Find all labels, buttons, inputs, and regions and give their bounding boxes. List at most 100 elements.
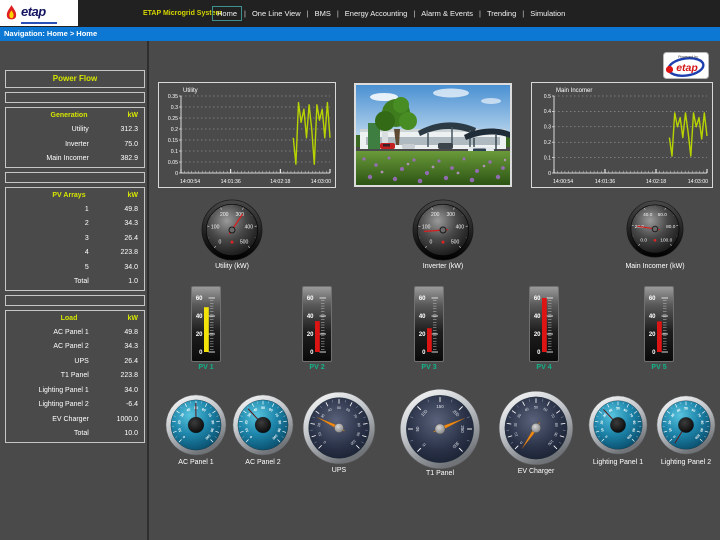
pv2-bar-gauge: 0204060 [302, 286, 332, 362]
power-flow-row: AC Panel 2 34.3 [6, 340, 144, 355]
row-value: 10.0 [89, 427, 144, 442]
svg-text:400: 400 [245, 225, 254, 231]
svg-text:60.0: 60.0 [658, 212, 668, 218]
power-flow-panel: Power Flow Generation kW Utility 312.3 I… [5, 70, 145, 447]
main-incomer-gauge-label: Main Incomer (kW) [595, 263, 715, 270]
site-photo [354, 83, 512, 187]
menu-item-bms[interactable]: BMS [311, 7, 335, 20]
menu-item-home[interactable]: Home [212, 6, 242, 21]
section-unit: kW [112, 188, 144, 203]
row-label: AC Panel 1 [6, 326, 89, 341]
row-value: 312.3 [89, 123, 144, 138]
section-title: PV Arrays [6, 188, 112, 203]
microgrid-site-illustration [356, 85, 510, 185]
menu-item-simulation[interactable]: Simulation [526, 7, 569, 20]
row-label: Lighting Panel 2 [6, 398, 89, 413]
powered-by-etap-logo: etap Powered by [663, 52, 709, 79]
power-flow-row: 4 223.8 [6, 246, 144, 261]
menu-item-trending[interactable]: Trending [483, 7, 520, 20]
menu-separator: | [413, 9, 415, 18]
etap-logo[interactable]: etap [0, 0, 78, 26]
power-flow-row: AC Panel 1 49.8 [6, 326, 144, 341]
svg-text:20: 20 [534, 332, 541, 338]
main-incomer-trend-chart: Main Incomer00.10.20.30.40.514:00:5414:0… [531, 82, 713, 188]
breadcrumb-bar: Navigation: Home > Home [0, 27, 720, 41]
section-title: Load [6, 311, 112, 326]
row-label: Main Incomer [6, 152, 89, 167]
pv3-bar-gauge: 0204060 [414, 286, 444, 362]
utility-gauge-label: Utility (kW) [172, 263, 292, 270]
svg-text:80.0: 80.0 [666, 224, 676, 230]
power-flow-row: Total 1.0 [6, 275, 144, 290]
svg-text:80: 80 [357, 423, 362, 428]
menu-item-alarm-events[interactable]: Alarm & Events [417, 7, 477, 20]
row-value: 34.0 [89, 384, 144, 399]
pv2-label: PV 2 [287, 364, 347, 371]
svg-text:80: 80 [700, 420, 705, 424]
svg-text:80: 80 [554, 422, 559, 427]
svg-text:14:02:18: 14:02:18 [270, 179, 290, 185]
svg-text:20: 20 [513, 422, 518, 427]
row-label: 5 [6, 261, 89, 276]
svg-text:40: 40 [419, 314, 426, 320]
app-title: ETAP Microgrid System [143, 10, 222, 17]
power-flow-row: 3 26.4 [6, 232, 144, 247]
svg-text:0.1: 0.1 [171, 149, 178, 155]
svg-text:20: 20 [196, 332, 203, 338]
svg-text:0.25: 0.25 [168, 116, 178, 122]
svg-text:0: 0 [219, 239, 222, 245]
row-label: AC Panel 2 [6, 340, 89, 355]
power-flow-row: 1 49.8 [6, 203, 144, 218]
menu-separator: | [479, 9, 481, 18]
power-flow-row: Total 10.0 [6, 427, 144, 442]
svg-text:200: 200 [431, 212, 440, 218]
svg-text:0: 0 [175, 171, 178, 177]
menu-item-one-line-view[interactable]: One Line View [248, 7, 305, 20]
svg-text:40: 40 [307, 314, 314, 320]
svg-text:60: 60 [534, 296, 541, 302]
svg-text:300: 300 [446, 212, 455, 218]
etap-flame-icon [5, 5, 18, 22]
power-flow-row: UPS 26.4 [6, 355, 144, 370]
svg-text:0: 0 [548, 171, 551, 177]
pv1-bar-gauge: 0204060 [191, 286, 221, 362]
power-flow-row: 5 34.0 [6, 261, 144, 276]
utility-trend-chart: Utility00.050.10.150.20.250.30.3514:00:5… [158, 82, 336, 188]
row-value: 223.8 [89, 246, 144, 261]
power-flow-section: Load kW AC Panel 1 49.8 AC Panel 2 34.3 … [5, 310, 145, 443]
t1-panel-gauge: 050100150200250300 [399, 388, 481, 470]
etap-microgrid-dashboard: { "header": { "logo_text": "etap", "app_… [0, 0, 720, 540]
ev-charger-gauge: 0102030405060708090100 [498, 390, 574, 466]
row-label: EV Charger [6, 413, 89, 428]
menu-item-energy-accounting[interactable]: Energy Accounting [341, 7, 412, 20]
svg-text:100: 100 [422, 225, 431, 231]
row-label: Total [6, 275, 89, 290]
power-flow-row: 2 34.3 [6, 217, 144, 232]
svg-text:40.0: 40.0 [643, 212, 653, 218]
power-flow-title: Power Flow [5, 70, 145, 88]
svg-text:40: 40 [534, 314, 541, 320]
row-value: 49.8 [89, 326, 144, 341]
svg-text:14:02:18: 14:02:18 [646, 179, 666, 185]
svg-text:Utility: Utility [183, 88, 198, 94]
svg-text:50: 50 [261, 406, 265, 410]
svg-text:60: 60 [196, 296, 203, 302]
svg-text:20: 20 [668, 420, 673, 424]
svg-text:etap: etap [676, 62, 698, 74]
spacer [5, 92, 145, 103]
svg-text:0.1: 0.1 [544, 155, 551, 161]
row-label: Inverter [6, 138, 89, 153]
svg-text:0.35: 0.35 [168, 94, 178, 100]
row-value: 223.8 [89, 369, 144, 384]
row-value: 382.9 [89, 152, 144, 167]
svg-text:50: 50 [415, 426, 420, 431]
ups-gauge: 0102030405060708090100 [302, 391, 376, 465]
ac-panel-1-gauge: 0102030405060708090100 [165, 394, 227, 456]
row-label: T1 Panel [6, 369, 89, 384]
pv5-bar-gauge: 0204060 [644, 286, 674, 362]
row-label: Lighting Panel 1 [6, 384, 89, 399]
svg-text:80: 80 [632, 420, 637, 424]
row-label: 1 [6, 203, 89, 218]
lighting-panel-1-gauge: 0102030405060708090100 [588, 395, 648, 455]
row-value: 34.3 [89, 217, 144, 232]
